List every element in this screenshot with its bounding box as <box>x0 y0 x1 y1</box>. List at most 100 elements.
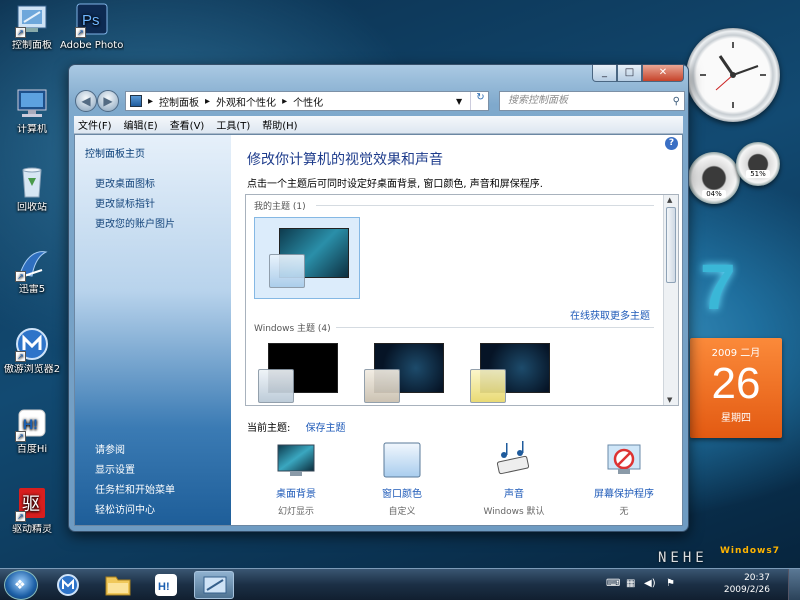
option-screensaver[interactable]: 屏幕保护程序 无 <box>579 441 669 517</box>
save-theme-link[interactable]: 保存主题 <box>306 423 346 434</box>
sidebar-link-mouse-pointer[interactable]: 更改鼠标指针 <box>95 195 155 210</box>
svg-text:H!: H! <box>158 581 170 593</box>
network-icon[interactable]: ▦ <box>626 578 635 589</box>
menu-edit[interactable]: 编辑(E) <box>124 117 158 132</box>
sidebar-home-link[interactable]: 控制面板主页 <box>85 145 145 160</box>
search-input[interactable]: 搜索控制面板 ⚲ <box>499 91 685 111</box>
divider <box>316 205 654 206</box>
theme-item-windows-3[interactable] <box>470 343 550 403</box>
desktop-icon-control-panel[interactable]: ↗ 控制面板 <box>0 2 64 52</box>
search-placeholder: 搜索控制面板 <box>508 95 568 106</box>
menu-tools[interactable]: 工具(T) <box>216 117 250 132</box>
breadcrumb-appearance[interactable]: 外观和个性化 <box>216 94 276 109</box>
sidebar-link-desktop-icons[interactable]: 更改桌面图标 <box>95 175 155 190</box>
address-sep: ▸ <box>205 95 211 107</box>
maximize-button[interactable]: □ <box>617 65 642 82</box>
desktop-icon-thunder[interactable]: ↗ 迅雷5 <box>0 246 64 296</box>
window-content: 控制面板主页 更改桌面图标 更改鼠标指针 更改您的账户图片 请参阅 显示设置 任… <box>74 134 683 526</box>
sidebar-link-account-picture[interactable]: 更改您的账户图片 <box>95 215 175 230</box>
current-theme-row: 当前主题: 保存主题 <box>247 419 346 434</box>
taskbar-control-panel[interactable] <box>194 571 234 599</box>
desktop-icon-label: 百度Hi <box>16 444 48 455</box>
search-icon[interactable]: ⚲ <box>673 93 680 111</box>
theme-item-my-theme[interactable] <box>254 217 360 299</box>
option-window-color[interactable]: 窗口颜色 自定义 <box>357 441 447 517</box>
tray-date: 2009/2/26 <box>723 585 770 595</box>
current-theme-label: 当前主题: <box>247 423 291 434</box>
option-sound[interactable]: 声音 Windows 默认 <box>469 441 559 517</box>
folder-icon <box>105 576 131 596</box>
desktop-icon-label: 驱动精灵 <box>12 524 52 535</box>
desktop-icon-recycle-bin[interactable]: 回收站 <box>0 164 64 214</box>
desktop-icon-label: 迅雷5 <box>18 284 46 295</box>
help-icon[interactable]: ? <box>665 137 678 150</box>
menu-view[interactable]: 查看(V) <box>170 117 205 132</box>
my-themes-header: 我的主题 (1) <box>254 202 306 212</box>
taskbar-maxthon[interactable] <box>48 571 88 599</box>
breadcrumb-personalization[interactable]: 个性化 <box>293 94 323 109</box>
desktop-icon-baidu-hi[interactable]: H! ↗ 百度Hi <box>0 406 64 456</box>
show-desktop-button[interactable] <box>788 569 800 600</box>
theme-list[interactable]: 我的主题 (1) 在线获取更多主题 Windows 主题 (4) ▲ ▼ <box>245 194 679 406</box>
desktop-icon-label: 傲游浏览器2 <box>3 364 61 375</box>
desktop-icon-maxthon[interactable]: ↗ 傲游浏览器2 <box>0 326 64 376</box>
desktop-icon-photoshop[interactable]: Ps ↗ Adobe Photosh... <box>60 2 124 52</box>
baidu-hi-icon: H! <box>155 574 177 596</box>
main-pane: ? 修改你计算机的视觉效果和声音 点击一个主题后可同时设定好桌面背景, 窗口颜色… <box>231 135 682 525</box>
windows7-watermark: Windows7 <box>720 546 780 556</box>
menu-help[interactable]: 帮助(H) <box>262 117 297 132</box>
baidu-hi-icon: H! ↗ <box>12 406 52 442</box>
cpu-meter-gadget[interactable]: 04% <box>688 152 740 204</box>
maxthon-icon <box>57 574 79 596</box>
keyboard-icon[interactable]: ⌨ <box>606 578 620 589</box>
option-label: 声音 <box>504 489 524 500</box>
taskbar-explorer[interactable] <box>98 571 138 599</box>
address-dropdown-icon[interactable]: ▼ <box>456 97 462 106</box>
desktop-icon-label: 控制面板 <box>12 40 52 51</box>
svg-text:H!: H! <box>23 416 38 432</box>
scroll-down-icon[interactable]: ▼ <box>667 396 672 404</box>
calendar-gadget[interactable]: 2009 二月 26 星期四 <box>690 338 782 438</box>
option-label: 屏幕保护程序 <box>594 489 654 500</box>
flag-icon[interactable]: ⚑ <box>666 578 675 589</box>
refresh-icon[interactable]: ↻ <box>470 92 490 110</box>
page-title: 修改你计算机的视觉效果和声音 <box>247 152 443 168</box>
nehe-watermark: NEHE <box>658 550 708 566</box>
scroll-up-icon[interactable]: ▲ <box>667 196 672 204</box>
sidebar-link-ease-of-access[interactable]: 轻松访问中心 <box>95 501 155 516</box>
start-button[interactable]: ❖ <box>4 570 38 600</box>
tray-clock[interactable]: 20:37 2009/2/26 <box>724 572 770 596</box>
desktop-icon-label: Adobe Photosh... <box>60 40 124 51</box>
minimize-button[interactable]: _ <box>592 65 617 82</box>
taskbar-baidu-hi[interactable]: H! <box>146 571 186 599</box>
desktop-icon-driver-genius[interactable]: 驱 ↗ 驱动精灵 <box>0 486 64 536</box>
calendar-day: 26 <box>711 359 761 408</box>
window-color-swatch-icon <box>258 369 294 403</box>
desktop-background-icon <box>276 441 316 479</box>
volume-icon[interactable]: ◀) <box>644 578 656 589</box>
address-sep: ▸ <box>148 95 154 107</box>
theme-list-scrollbar[interactable]: ▲ ▼ <box>663 195 678 405</box>
theme-item-windows-1[interactable] <box>258 343 338 403</box>
caption-buttons: _ □ ✕ <box>592 65 684 82</box>
theme-item-windows-2[interactable] <box>364 343 444 403</box>
close-button[interactable]: ✕ <box>642 65 684 82</box>
menu-file[interactable]: 文件(F) <box>78 117 112 132</box>
page-description: 点击一个主题后可同时设定好桌面背景, 窗口颜色, 声音和屏保程序. <box>247 179 543 190</box>
memory-meter-gadget[interactable]: 51% <box>736 142 780 186</box>
breadcrumb-control-panel[interactable]: 控制面板 <box>159 94 199 109</box>
desktop-icon-label: 计算机 <box>17 124 47 135</box>
forward-button[interactable]: ▶ <box>97 90 119 112</box>
clock-gadget[interactable] <box>686 28 780 122</box>
sidebar-link-taskbar-start-menu[interactable]: 任务栏和开始菜单 <box>95 481 175 496</box>
back-button[interactable]: ◀ <box>75 90 97 112</box>
taskbar: ❖ H! ⌨ ▦ ◀) ⚑ 20:37 2009/2/26 <box>0 568 800 600</box>
sidebar-link-display-settings[interactable]: 显示设置 <box>95 461 135 476</box>
window-color-icon <box>382 441 422 479</box>
desktop-icon-computer[interactable]: 计算机 <box>0 86 64 136</box>
option-desktop-background[interactable]: 桌面背景 幻灯显示 <box>251 441 341 517</box>
address-bar[interactable]: ▸ 控制面板 ▸ 外观和个性化 ▸ 个性化 ▼ ↻ <box>125 91 489 111</box>
scrollbar-thumb[interactable] <box>666 207 676 283</box>
online-themes-link[interactable]: 在线获取更多主题 <box>570 307 650 322</box>
option-value: 幻灯显示 <box>277 507 314 517</box>
